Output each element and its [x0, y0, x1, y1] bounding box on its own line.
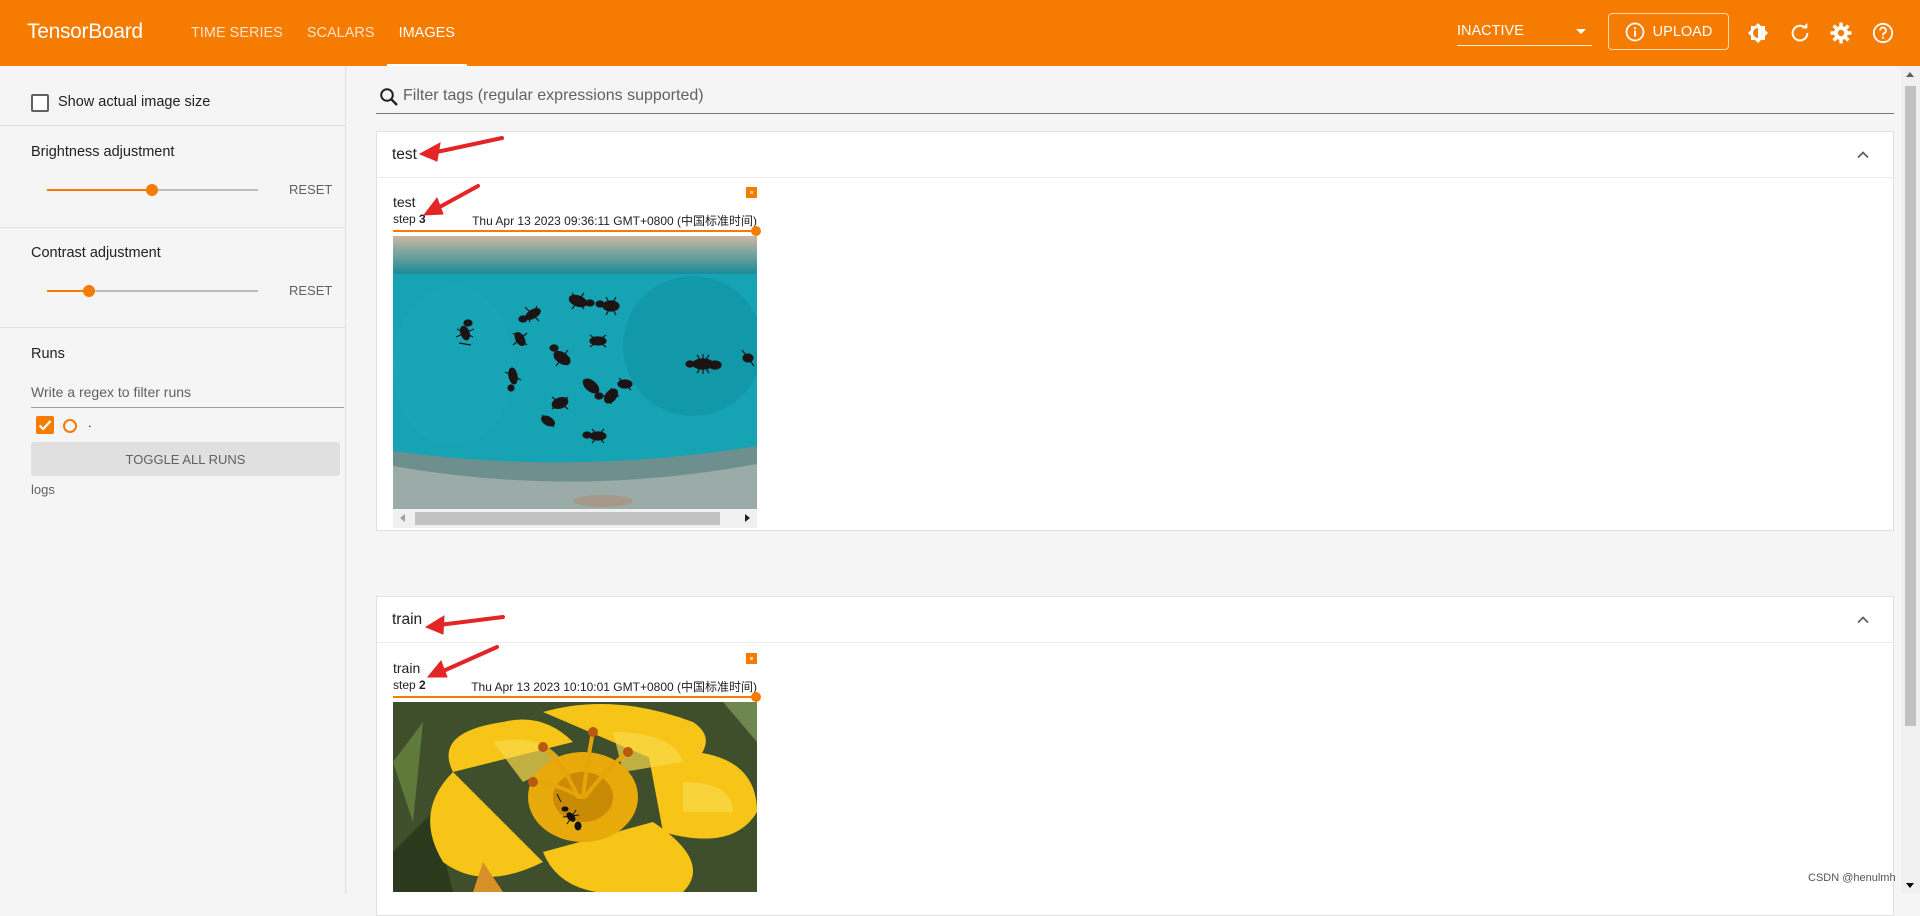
page-vertical-scrollbar[interactable]	[1901, 66, 1920, 894]
scroll-down-icon[interactable]	[1906, 883, 1914, 888]
annotation-arrows	[418, 136, 505, 678]
annotation-arrow-train-card	[439, 645, 499, 674]
annotation-arrow-test-group	[430, 136, 504, 155]
annotation-arrow-test-card	[434, 184, 480, 211]
annotation-arrow-train-group	[437, 615, 505, 627]
scroll-up-icon[interactable]	[1906, 72, 1914, 77]
watermark: CSDN @henulmh	[1808, 872, 1896, 884]
page-scroll-thumb[interactable]	[1905, 86, 1916, 726]
